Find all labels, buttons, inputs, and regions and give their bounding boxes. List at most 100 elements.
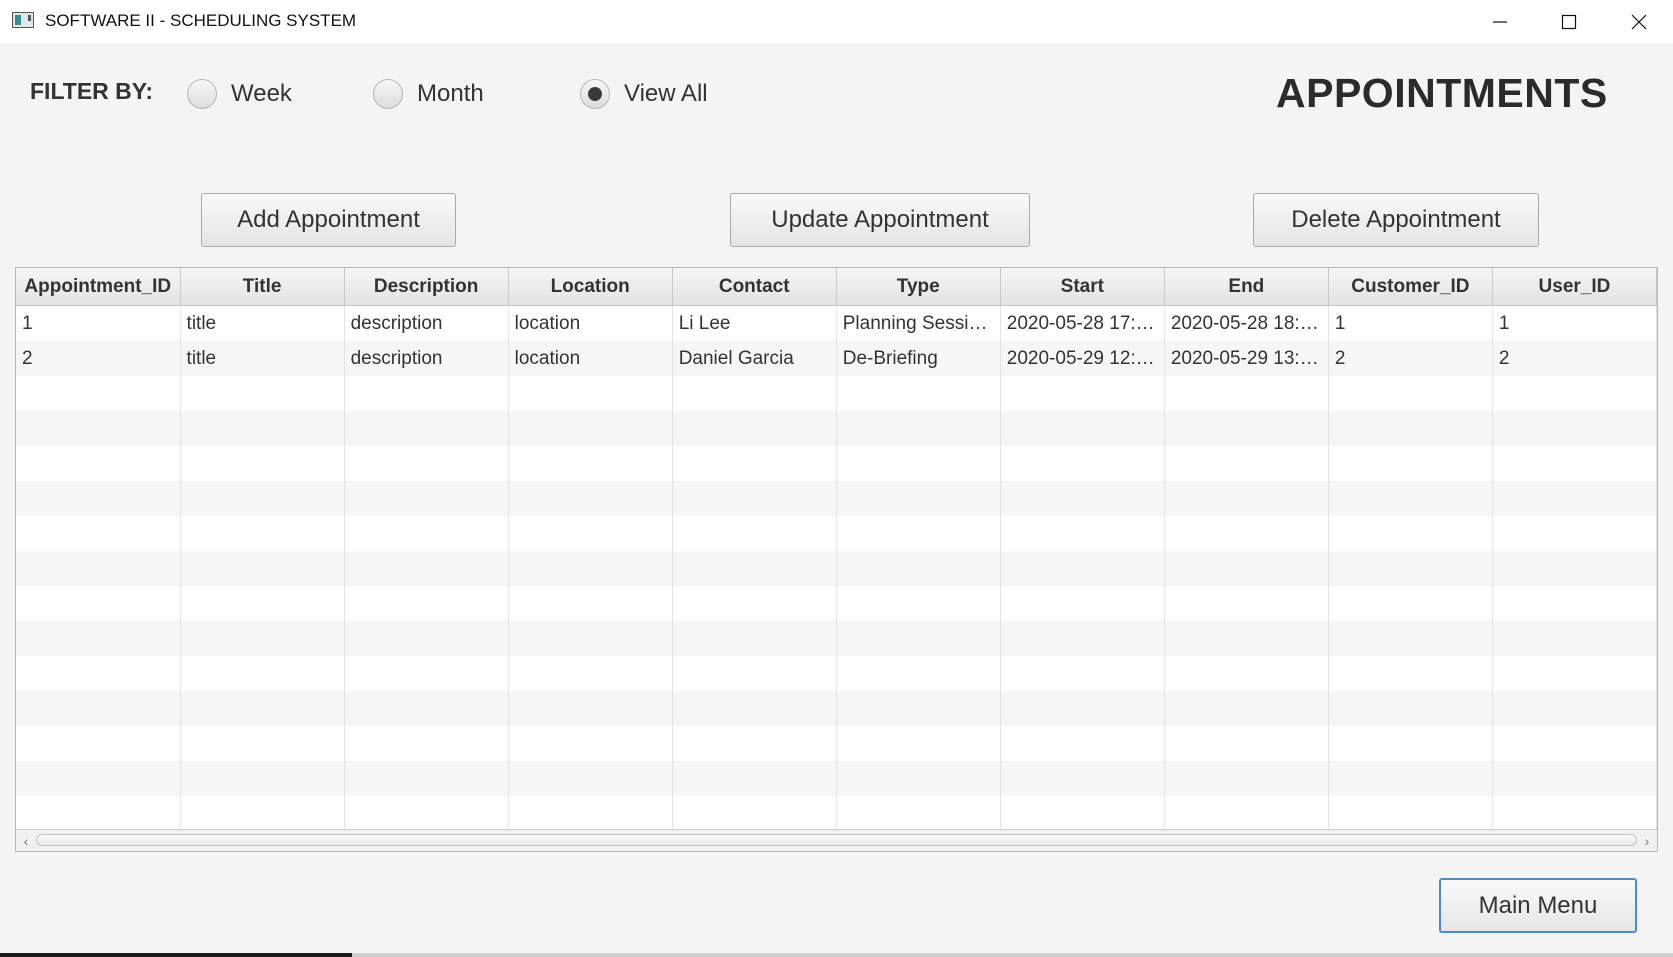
empty-table-cell xyxy=(344,796,509,831)
empty-table-cell xyxy=(16,761,181,796)
scrollbar-thumb[interactable] xyxy=(36,834,1637,846)
radio-month-circle[interactable] xyxy=(373,79,403,109)
maximize-button[interactable] xyxy=(1535,0,1603,43)
title-bar: SOFTWARE II - SCHEDULING SYSTEM xyxy=(0,0,1673,43)
table-cell: 1 xyxy=(1328,305,1493,341)
table-cell: 1 xyxy=(16,305,181,341)
empty-table-row xyxy=(16,376,1657,411)
radio-week-label[interactable]: Week xyxy=(231,80,292,108)
update-appointment-button[interactable]: Update Appointment xyxy=(730,193,1030,247)
empty-table-cell xyxy=(1000,796,1165,831)
empty-table-cell xyxy=(16,376,181,411)
empty-table-cell xyxy=(180,481,345,516)
empty-table-cell xyxy=(1000,551,1165,586)
radio-week-circle[interactable] xyxy=(187,79,217,109)
empty-table-cell xyxy=(508,586,673,621)
empty-table-cell xyxy=(344,656,509,691)
radio-view-all-circle[interactable] xyxy=(580,79,610,109)
column-header-type[interactable]: Type xyxy=(836,268,1001,306)
empty-table-cell xyxy=(1000,411,1165,446)
radio-view-all-label[interactable]: View All xyxy=(624,80,708,108)
table-cell: De-Briefing xyxy=(836,341,1001,376)
radio-view-all[interactable]: View All xyxy=(580,76,708,112)
empty-table-row xyxy=(16,551,1657,586)
radio-month-label[interactable]: Month xyxy=(417,80,484,108)
scroll-right-arrow-icon[interactable]: › xyxy=(1637,830,1657,851)
empty-table-cell xyxy=(16,656,181,691)
empty-table-cell xyxy=(344,481,509,516)
delete-appointment-button[interactable]: Delete Appointment xyxy=(1253,193,1539,247)
empty-table-cell xyxy=(180,656,345,691)
empty-table-cell xyxy=(672,656,837,691)
empty-table-cell xyxy=(16,621,181,656)
empty-table-cell xyxy=(16,516,181,551)
empty-table-cell xyxy=(672,551,837,586)
empty-table-cell xyxy=(672,481,837,516)
empty-table-cell xyxy=(1164,761,1329,796)
appointments-table[interactable]: Appointment_ID Title Description Locatio… xyxy=(15,267,1658,852)
column-header-description[interactable]: Description xyxy=(344,268,509,306)
empty-table-cell xyxy=(836,656,1001,691)
column-header-contact[interactable]: Contact xyxy=(672,268,837,306)
radio-week[interactable]: Week xyxy=(187,76,292,112)
empty-table-row xyxy=(16,656,1657,691)
empty-table-cell xyxy=(508,411,673,446)
empty-table-cell xyxy=(508,621,673,656)
empty-table-cell xyxy=(1328,516,1493,551)
empty-table-cell xyxy=(1328,411,1493,446)
empty-table-cell xyxy=(16,446,181,481)
minimize-button[interactable] xyxy=(1466,0,1534,43)
empty-table-cell xyxy=(180,551,345,586)
horizontal-scrollbar[interactable]: ‹ › xyxy=(16,829,1657,851)
empty-table-cell xyxy=(508,796,673,831)
empty-table-cell xyxy=(1000,516,1165,551)
empty-table-cell xyxy=(1492,376,1657,411)
empty-table-cell xyxy=(1492,796,1657,831)
column-header-customer-id[interactable]: Customer_ID xyxy=(1328,268,1493,306)
empty-table-cell xyxy=(344,621,509,656)
empty-table-cell xyxy=(508,726,673,761)
minimize-icon xyxy=(1493,20,1507,23)
empty-table-cell xyxy=(508,446,673,481)
empty-table-cell xyxy=(16,411,181,446)
table-cell: 1 xyxy=(1492,305,1657,341)
empty-table-cell xyxy=(1492,691,1657,726)
table-cell: 2020-05-29 13:0... xyxy=(1164,341,1329,376)
column-header-user-id[interactable]: User_ID xyxy=(1492,268,1657,306)
empty-table-cell xyxy=(1492,446,1657,481)
empty-table-cell xyxy=(836,761,1001,796)
add-appointment-button[interactable]: Add Appointment xyxy=(201,193,456,247)
empty-table-cell xyxy=(1000,726,1165,761)
empty-table-cell xyxy=(672,796,837,831)
empty-table-cell xyxy=(1328,726,1493,761)
column-header-end[interactable]: End xyxy=(1164,268,1329,306)
empty-table-cell xyxy=(180,411,345,446)
empty-table-cell xyxy=(836,516,1001,551)
column-header-location[interactable]: Location xyxy=(508,268,673,306)
column-header-start[interactable]: Start xyxy=(1000,268,1165,306)
empty-table-row xyxy=(16,411,1657,446)
column-header-appointment-id[interactable]: Appointment_ID xyxy=(16,268,181,306)
empty-table-cell xyxy=(1000,481,1165,516)
radio-month[interactable]: Month xyxy=(373,76,484,112)
table-row[interactable]: 2 title description location Daniel Garc… xyxy=(16,341,1657,376)
empty-table-cell xyxy=(1492,551,1657,586)
empty-table-cell xyxy=(508,481,673,516)
table-cell: 2020-05-28 18:4... xyxy=(1164,305,1329,341)
empty-table-cell xyxy=(836,796,1001,831)
empty-table-cell xyxy=(1164,446,1329,481)
empty-table-cell xyxy=(344,551,509,586)
column-header-title[interactable]: Title xyxy=(180,268,345,306)
close-button[interactable] xyxy=(1605,0,1673,43)
scroll-left-arrow-icon[interactable]: ‹ xyxy=(16,830,36,851)
main-menu-button[interactable]: Main Menu xyxy=(1439,878,1637,933)
empty-table-cell xyxy=(1164,796,1329,831)
empty-table-cell xyxy=(180,446,345,481)
empty-table-cell xyxy=(672,586,837,621)
empty-table-row xyxy=(16,691,1657,726)
table-row[interactable]: 1 title description location Li Lee Plan… xyxy=(16,305,1657,341)
empty-table-cell xyxy=(1492,621,1657,656)
filter-label: FILTER BY: xyxy=(30,78,154,104)
appointments-grid: Appointment_ID Title Description Locatio… xyxy=(16,268,1657,831)
empty-table-cell xyxy=(1000,656,1165,691)
